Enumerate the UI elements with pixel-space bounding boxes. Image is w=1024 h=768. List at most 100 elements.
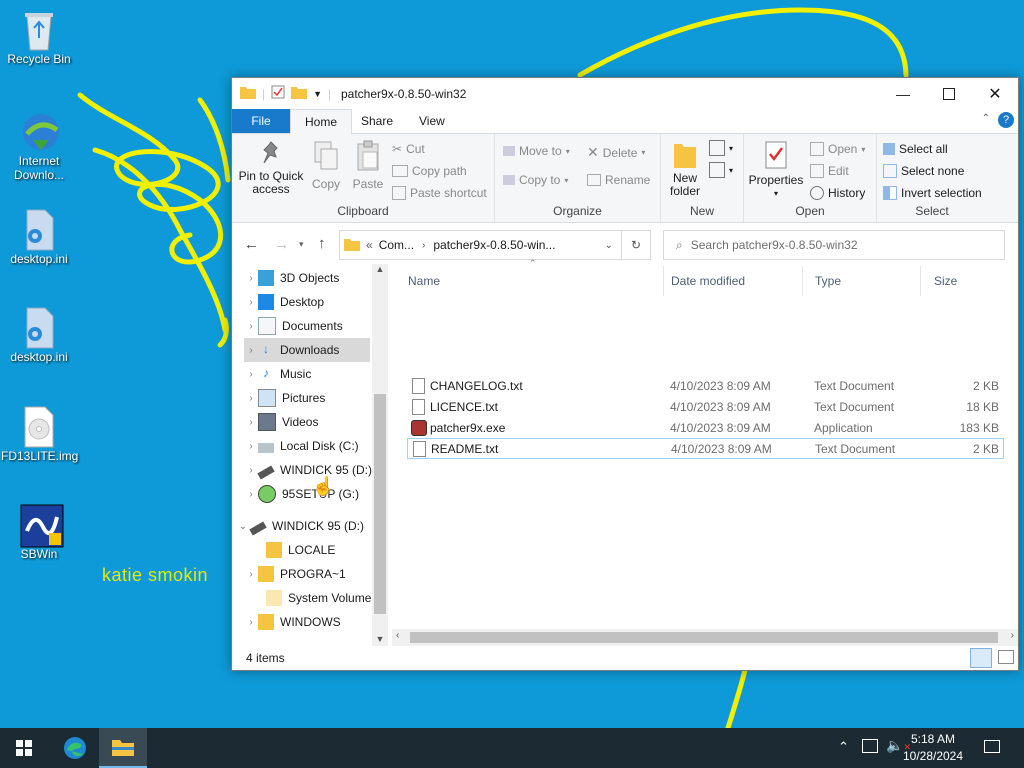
pictures-icon — [258, 389, 276, 407]
cut-button[interactable]: ✂ Cut — [392, 142, 425, 156]
select-none-icon — [883, 164, 897, 178]
tree-item-progra1[interactable]: › PROGRA~1 — [244, 562, 384, 586]
forward-button[interactable]: → — [274, 236, 289, 253]
select-group: Select all Select none Invert selection … — [877, 134, 987, 222]
network-icon[interactable] — [862, 739, 878, 753]
scroll-up-arrow[interactable]: ▲ — [372, 264, 388, 274]
start-button[interactable] — [0, 728, 48, 768]
file-row[interactable]: CHANGELOG.txt 4/10/2023 8:09 AM Text Doc… — [408, 375, 1003, 396]
tree-item-windows[interactable]: › WINDOWS — [244, 610, 384, 634]
file-list[interactable]: ⌃ Name Date modified Type Size CHANGELOG… — [392, 258, 1018, 646]
tree-item-system-volume[interactable]: System Volume I — [252, 586, 388, 610]
address-bar[interactable]: « Com... › patcher9x-0.8.50-win... ⌄ — [339, 230, 622, 260]
desktop-ini-file-1[interactable]: desktop.ini — [1, 208, 77, 266]
paste-button[interactable]: Paste — [350, 140, 386, 191]
copy-path-button[interactable]: Copy path — [392, 164, 467, 178]
file-row-selected[interactable]: README.txt 4/10/2023 8:09 AM Text Docume… — [407, 438, 1004, 459]
address-dropdown-icon[interactable]: ⌄ — [605, 240, 613, 251]
scroll-thumb[interactable] — [374, 394, 386, 614]
ribbon-collapse-icon[interactable]: ⌃ — [982, 113, 990, 124]
scroll-down-arrow[interactable]: ▼ — [372, 634, 388, 644]
new-folder-quick-icon[interactable] — [291, 85, 308, 102]
tab-share[interactable]: Share — [347, 109, 407, 133]
properties-button[interactable]: Properties ▾ — [746, 140, 806, 200]
properties-quick-icon[interactable] — [271, 85, 285, 102]
tree-item-3d-objects[interactable]: › 3D Objects — [244, 266, 384, 290]
notifications-icon[interactable] — [984, 740, 1000, 753]
chevron-right-icon: › — [249, 296, 253, 308]
chevron-right-icon: › — [249, 616, 253, 628]
tab-view[interactable]: View — [405, 109, 459, 133]
copy-to-button[interactable]: Copy to ▾ — [503, 173, 568, 187]
new-folder-button[interactable]: New folder — [665, 140, 705, 198]
tree-item-videos[interactable]: › Videos — [244, 410, 384, 434]
file-row[interactable]: patcher9x.exe 4/10/2023 8:09 AM Applicat… — [408, 417, 1003, 438]
fd13lite-img-file[interactable]: FD13LITE.img — [1, 405, 78, 463]
scissors-icon: ✂ — [392, 142, 403, 156]
tree-item-music[interactable]: › ♪ Music — [244, 362, 384, 386]
show-hidden-icons-icon[interactable]: ⌃ — [838, 739, 849, 755]
tab-file[interactable]: File — [232, 109, 290, 133]
column-header-name[interactable]: Name — [394, 266, 664, 296]
tree-item-local-disk-c[interactable]: › Local Disk (C:) — [244, 434, 384, 458]
paste-shortcut-button[interactable]: Paste shortcut — [392, 186, 487, 200]
select-all-button[interactable]: Select all — [883, 142, 948, 156]
tree-item-downloads[interactable]: › ↓ Downloads — [244, 338, 370, 362]
new-item-button[interactable]: ▾ — [709, 140, 733, 156]
column-header-type[interactable]: Type — [801, 266, 921, 296]
file-explorer-taskbar-button[interactable] — [99, 728, 147, 768]
chevron-right-icon: › — [249, 392, 253, 404]
address-overflow[interactable]: « — [366, 238, 373, 252]
scroll-left-arrow[interactable]: ‹ — [396, 630, 399, 641]
customize-toolbar-icon[interactable]: ▼ — [313, 89, 322, 99]
large-icons-view-icon[interactable] — [998, 650, 1014, 664]
column-header-date[interactable]: Date modified — [657, 266, 803, 296]
edit-button[interactable]: Edit — [810, 164, 849, 178]
edge-browser-button[interactable] — [51, 728, 99, 768]
navigation-pane[interactable]: › 3D Objects › Desktop › Documents › ↓ Downlo… — [232, 264, 388, 646]
navigation-scrollbar[interactable]: ▲ ▼ — [372, 264, 388, 646]
tree-item-pictures[interactable]: › Pictures — [244, 386, 384, 410]
sbwin-shortcut[interactable]: SBWin — [1, 503, 77, 561]
internet-download-manager-shortcut[interactable]: Internet Downlo... — [1, 110, 77, 182]
history-button[interactable]: History — [810, 186, 865, 200]
open-button[interactable]: Open ▾ — [810, 142, 865, 156]
tree-item-desktop[interactable]: › Desktop — [244, 290, 384, 314]
back-button[interactable]: ← — [244, 236, 259, 253]
scroll-thumb[interactable] — [410, 632, 998, 643]
move-to-button[interactable]: Move to ▾ — [503, 144, 570, 158]
close-button[interactable]: ✕ — [972, 78, 1018, 109]
column-header-size[interactable]: Size — [920, 266, 1000, 296]
idm-icon — [19, 110, 59, 150]
system-clock[interactable]: 5:18 AM 10/28/2024 — [898, 731, 968, 765]
help-icon[interactable]: ? — [998, 112, 1014, 128]
select-none-button[interactable]: Select none — [883, 164, 964, 178]
scroll-right-arrow[interactable]: › — [1011, 630, 1014, 641]
tree-item-windick-95-d-expanded[interactable]: ⌄ WINDICK 95 (D:) — [236, 514, 376, 538]
tab-home[interactable]: Home — [290, 109, 353, 135]
file-explorer-window[interactable]: | ▼ | patcher9x-0.8.50-win32 — ✕ File Ho… — [231, 77, 1019, 671]
rename-button[interactable]: Rename — [587, 173, 650, 187]
new-group: New folder ▾ ▾ New — [661, 134, 744, 222]
details-view-icon[interactable] — [970, 648, 992, 668]
pin-to-quick-access-button[interactable]: Pin to Quick access — [238, 140, 304, 196]
recent-locations-button[interactable]: ▾ — [299, 239, 304, 250]
breadcrumb-current-folder[interactable]: patcher9x-0.8.50-win... — [433, 238, 555, 252]
up-button[interactable]: ↑ — [318, 235, 326, 252]
recycle-bin-shortcut[interactable]: Recycle Bin — [1, 8, 77, 66]
maximize-button[interactable] — [926, 78, 972, 109]
invert-selection-button[interactable]: Invert selection — [883, 186, 982, 200]
delete-button[interactable]: ✕ Delete ▾ — [587, 144, 645, 161]
refresh-button[interactable]: ↻ — [621, 230, 651, 260]
minimize-button[interactable]: — — [880, 78, 926, 109]
tree-item-documents[interactable]: › Documents — [244, 314, 384, 338]
search-box[interactable]: ⌕ Search patcher9x-0.8.50-win32 — [663, 230, 1005, 260]
easy-access-button[interactable]: ▾ — [709, 162, 733, 178]
copy-button[interactable]: Copy — [308, 140, 344, 191]
title-bar[interactable]: | ▼ | patcher9x-0.8.50-win32 — ✕ — [232, 78, 1018, 109]
horizontal-scrollbar[interactable]: ‹ › — [392, 629, 1018, 646]
breadcrumb-computer[interactable]: Com... — [379, 238, 414, 252]
file-row[interactable]: LICENCE.txt 4/10/2023 8:09 AM Text Docum… — [408, 396, 1003, 417]
desktop-ini-file-2[interactable]: desktop.ini — [1, 306, 77, 364]
tree-item-locale[interactable]: LOCALE — [252, 538, 388, 562]
